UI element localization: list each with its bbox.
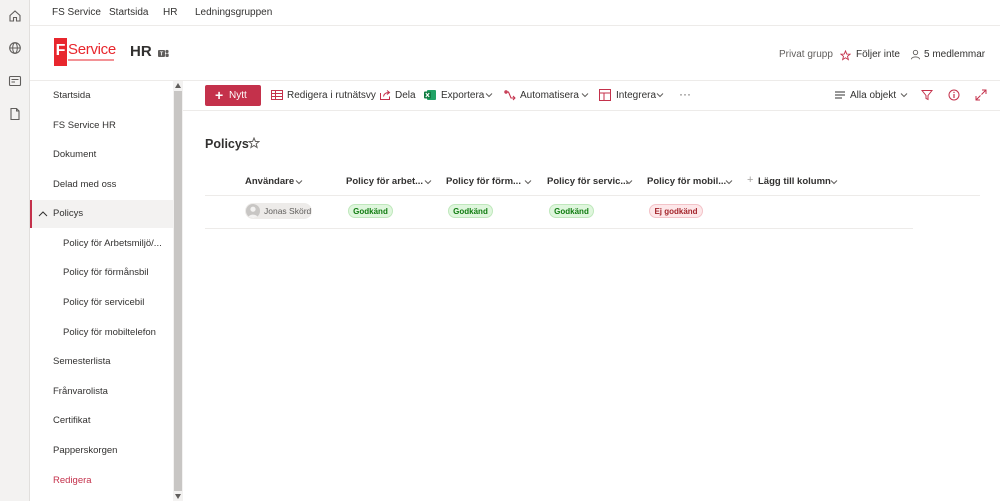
excel-icon (424, 90, 436, 100)
chevron-down-icon[interactable] (424, 179, 432, 185)
chevron-down-icon[interactable] (656, 92, 664, 98)
column-header-arbetsmiljo[interactable]: Policy för arbet... (346, 176, 423, 187)
column-header-formansbil[interactable]: Policy för förm... (446, 176, 521, 187)
automate-button[interactable]: Automatisera (520, 90, 579, 101)
scroll-down-icon[interactable] (175, 494, 181, 499)
hub-link-hr[interactable]: HR (163, 7, 177, 18)
hub-link-startsida[interactable]: Startsida (109, 7, 148, 18)
home-icon[interactable] (8, 9, 22, 23)
new-button[interactable]: + Nytt (205, 85, 261, 106)
expand-icon[interactable] (975, 89, 987, 101)
chevron-down-icon[interactable] (900, 92, 908, 98)
star-icon[interactable] (248, 137, 260, 149)
more-options-button[interactable]: ··· (679, 87, 691, 101)
chevron-down-icon[interactable] (524, 179, 532, 185)
hub-nav: FS Service Startsida HR Ledningsgruppen (30, 0, 1000, 26)
new-button-label: Nytt (229, 90, 247, 101)
teams-icon[interactable]: T (158, 48, 169, 59)
scroll-up-icon[interactable] (175, 83, 181, 88)
person-icon (910, 49, 921, 60)
nav-item-policy-servicebil[interactable]: Policy för servicebil (30, 289, 173, 317)
nav-item-semesterlista[interactable]: Semesterlista (30, 348, 173, 376)
chevron-down-icon[interactable] (625, 179, 633, 185)
user-persona[interactable]: Jonas Skörd (245, 203, 312, 219)
chevron-down-icon[interactable] (295, 179, 303, 185)
app-rail (0, 0, 30, 501)
site-logo[interactable]: F Service (54, 38, 116, 66)
members-button[interactable]: 5 medlemmar (924, 49, 985, 60)
integrate-button[interactable]: Integrera (616, 90, 656, 101)
column-header-servicebil[interactable]: Policy för servic... (547, 176, 628, 187)
status-badge-arbetsmiljo: Godkänd (348, 204, 393, 218)
left-nav-scrollbar[interactable] (173, 81, 183, 501)
export-button[interactable]: Exportera (441, 90, 484, 101)
document-icon[interactable] (8, 107, 22, 121)
integrate-icon (599, 89, 611, 101)
nav-item-papperskorgen[interactable]: Papperskorgen (30, 437, 173, 465)
hub-link-ledningsgruppen[interactable]: Ledningsgruppen (195, 7, 272, 18)
page-title: Policys (205, 137, 249, 151)
nav-item-label: Policys (53, 208, 84, 219)
chevron-down-icon[interactable] (725, 179, 733, 185)
column-header-anvandare[interactable]: Användare (245, 176, 294, 187)
grid-edit-button[interactable]: Redigera i rutnätsvy (287, 90, 376, 101)
command-bar: + Nytt Redigera i rutnätsvy Dela Exporte… (183, 81, 1000, 111)
chevron-down-icon[interactable] (581, 92, 589, 98)
view-selector[interactable]: Alla objekt (850, 90, 896, 101)
nav-item-startsida[interactable]: Startsida (30, 82, 173, 110)
site-title[interactable]: HR (130, 43, 152, 60)
chevron-down-icon[interactable] (830, 179, 838, 185)
private-group-label: Privat grupp (779, 49, 833, 60)
info-icon[interactable] (948, 89, 960, 101)
logo-tagline-bar (68, 59, 114, 61)
globe-icon[interactable] (8, 41, 22, 55)
person-icon (248, 206, 258, 218)
site-header: F Service HR T Privat grupp Följer inte … (30, 26, 1000, 81)
scrollbar-thumb[interactable] (174, 91, 182, 491)
hub-link-fs-service[interactable]: FS Service (52, 7, 101, 18)
news-icon[interactable] (8, 74, 22, 88)
list-row-divider (205, 228, 913, 229)
list-header-divider (205, 195, 980, 196)
nav-item-certifikat[interactable]: Certifikat (30, 407, 173, 435)
nav-item-policys[interactable]: Policys (30, 200, 173, 228)
star-icon[interactable] (840, 50, 851, 61)
follow-button[interactable]: Följer inte (856, 49, 900, 60)
logo-letter: F (54, 38, 67, 66)
share-icon (380, 90, 391, 100)
nav-item-policy-formansbil[interactable]: Policy för förmånsbil (30, 259, 173, 287)
nav-edit-link[interactable]: Redigera (30, 467, 173, 495)
add-column-button[interactable]: Lägg till kolumn (758, 176, 831, 187)
left-nav: Startsida FS Service HR Dokument Delad m… (30, 81, 173, 501)
filter-icon[interactable] (921, 89, 933, 101)
nav-item-policy-mobiltelefon[interactable]: Policy för mobiltelefon (30, 319, 173, 347)
add-column-plus-icon[interactable]: + (747, 174, 753, 186)
avatar (246, 204, 260, 218)
chevron-down-icon[interactable] (485, 92, 493, 98)
nav-item-franvarolista[interactable]: Frånvarolista (30, 378, 173, 406)
status-badge-mobiltelefon: Ej godkänd (649, 204, 703, 218)
logo-text: Service (68, 41, 116, 58)
nav-item-dokument[interactable]: Dokument (30, 141, 173, 169)
nav-item-policy-arbetsmiljo[interactable]: Policy för Arbetsmiljö/... (30, 230, 173, 258)
share-button[interactable]: Dela (395, 90, 416, 101)
plus-icon: + (215, 87, 224, 103)
chevron-up-icon[interactable] (38, 210, 48, 218)
automate-icon (504, 90, 516, 101)
list-view-icon (835, 91, 845, 99)
status-badge-formansbil: Godkänd (448, 204, 493, 218)
status-badge-servicebil: Godkänd (549, 204, 594, 218)
nav-item-delad-med-oss[interactable]: Delad med oss (30, 171, 173, 199)
column-header-mobiltelefon[interactable]: Policy för mobil... (647, 176, 726, 187)
user-name: Jonas Skörd (264, 206, 312, 216)
grid-icon (271, 90, 283, 100)
nav-item-fs-service-hr[interactable]: FS Service HR (30, 112, 173, 140)
